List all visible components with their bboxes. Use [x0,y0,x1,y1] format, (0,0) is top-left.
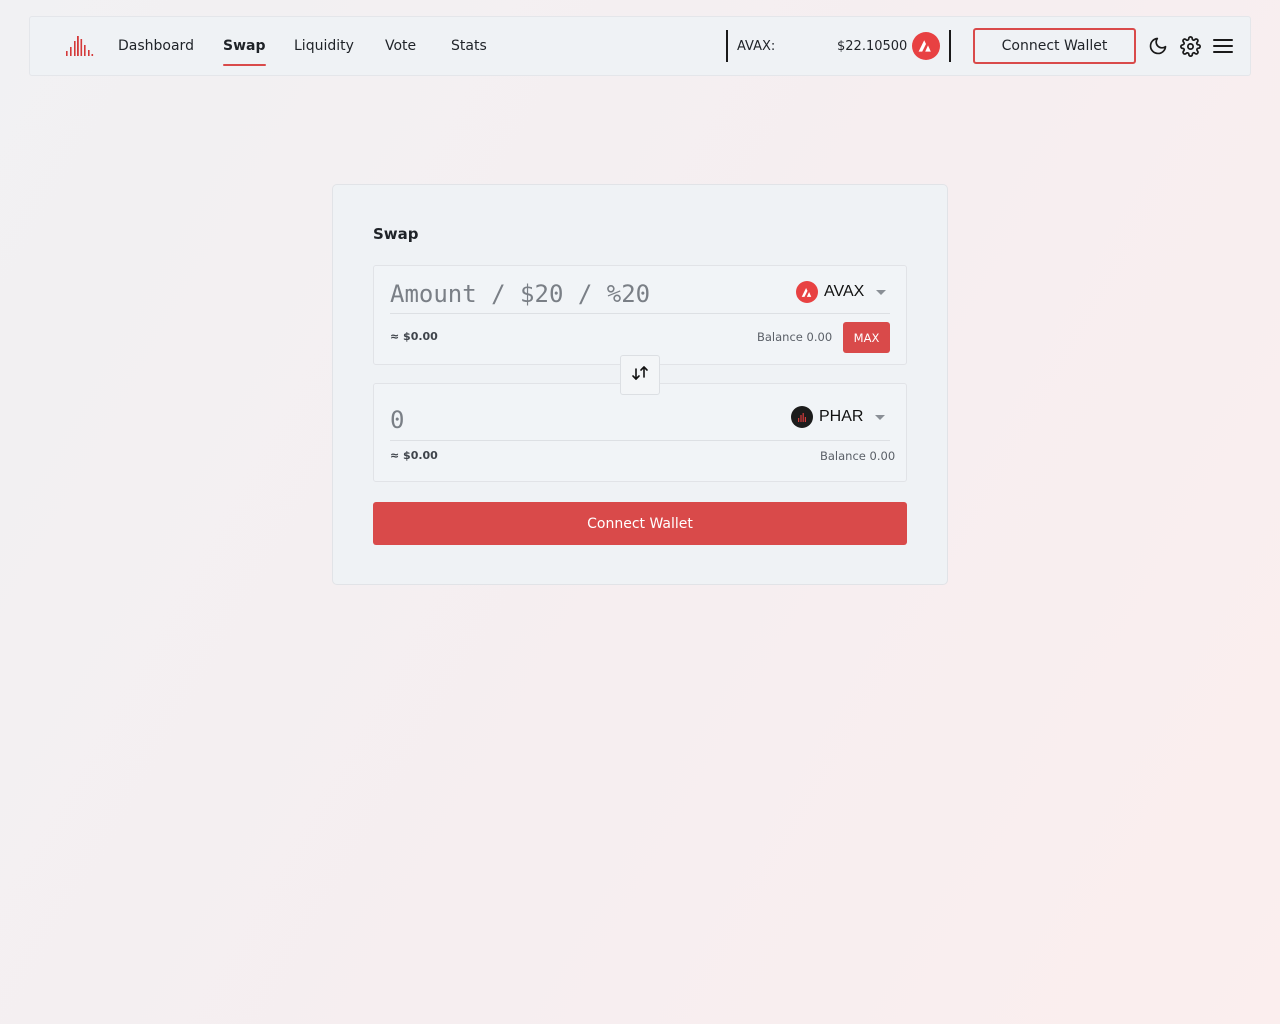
divider [726,30,728,62]
connect-wallet-button[interactable]: Connect Wallet [973,28,1136,64]
avax-icon [796,281,818,303]
nav-swap-label: Swap [223,38,266,54]
flip-tokens-button[interactable] [620,355,660,395]
balance-label: Balance [757,330,803,344]
phar-icon [791,406,813,428]
to-balance: Balance 0.00 [820,449,895,463]
from-token-box: AVAX ≈ $0.00 Balance 0.00 MAX [373,265,907,365]
connect-wallet-cta-button[interactable]: Connect Wallet [373,502,907,545]
price-value: $22.10500 [837,39,908,54]
price-label: AVAX: [737,39,776,54]
divider [390,313,890,314]
gear-icon[interactable] [1179,35,1201,57]
divider [949,30,951,62]
swap-title: Swap [373,225,419,243]
balance-label: Balance [820,449,866,463]
balance-value: 0.00 [806,330,833,344]
from-usd-value: ≈ $0.00 [390,330,438,343]
nav-liquidity[interactable]: Liquidity [294,38,354,54]
nav-dashboard[interactable]: Dashboard [118,38,194,54]
top-navbar: Dashboard Swap Liquidity Vote Stats AVAX… [29,16,1251,76]
to-token-box: PHAR ≈ $0.00 Balance 0.00 [373,383,907,482]
nav-swap[interactable]: Swap [223,38,266,66]
avax-icon [912,32,940,60]
divider [390,440,890,441]
swap-arrows-icon [629,364,651,386]
menu-icon[interactable] [1212,35,1234,57]
nav-stats[interactable]: Stats [451,38,487,54]
moon-icon[interactable] [1147,35,1169,57]
chevron-down-icon [875,414,886,420]
from-balance: Balance 0.00 [757,330,832,344]
to-amount-input[interactable] [390,404,770,436]
max-button[interactable]: MAX [843,322,890,353]
from-token-selector[interactable]: AVAX [796,280,887,304]
logo-icon[interactable] [64,35,94,57]
swap-card: Swap AVAX ≈ $0.00 Balance 0.00 MAX [332,184,948,585]
to-token-selector[interactable]: PHAR [791,405,886,429]
nav-vote[interactable]: Vote [385,38,416,54]
from-token-name: AVAX [824,283,865,300]
chevron-down-icon [876,289,887,295]
to-usd-value: ≈ $0.00 [390,449,438,462]
to-token-name: PHAR [819,408,864,425]
active-tab-indicator [223,64,266,66]
balance-value: 0.00 [869,449,896,463]
from-amount-input[interactable] [390,278,770,310]
